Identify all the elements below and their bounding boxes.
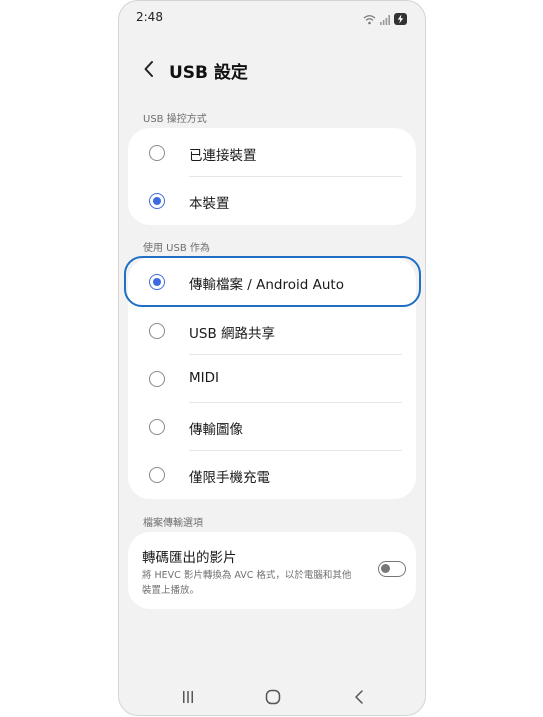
transcode-title: 轉碼匯出的影片 (142, 550, 237, 566)
option-file-transfer[interactable]: 傳輸檔案 / Android Auto (128, 258, 416, 306)
home-icon (265, 689, 281, 705)
option-midi[interactable]: MIDI (128, 355, 416, 403)
option-this-device[interactable]: 本裝置 (128, 177, 416, 225)
status-icons (363, 10, 407, 29)
navigation-bar (119, 677, 425, 715)
usb-control-card: 已連接裝置 本裝置 (128, 128, 416, 225)
radio-button-selected[interactable] (149, 193, 165, 209)
option-connected-device[interactable]: 已連接裝置 (128, 129, 416, 177)
status-bar: 2:48 (119, 1, 425, 35)
option-usb-tethering[interactable]: USB 網路共享 (128, 307, 416, 355)
option-charge-only[interactable]: 僅限手機充電 (128, 451, 416, 499)
option-label: 本裝置 (189, 196, 230, 212)
option-label: 傳輸圖像 (189, 422, 243, 438)
option-label: MIDI (189, 370, 220, 386)
usb-use-card: 傳輸檔案 / Android Auto USB 網路共享 MIDI 傳輸圖像 僅… (128, 258, 416, 499)
transcode-card[interactable]: 轉碼匯出的影片 將 HEVC 影片轉換為 AVC 格式，以於電腦和其他裝置上播放… (128, 532, 416, 609)
signal-icon (380, 10, 390, 29)
recent-apps-button[interactable] (176, 685, 200, 709)
radio-button[interactable] (149, 145, 165, 161)
radio-button[interactable] (149, 371, 165, 387)
battery-charging-icon (394, 10, 407, 29)
radio-button-selected[interactable] (149, 274, 165, 290)
page-title: USB 設定 (169, 63, 248, 83)
section-label-file-transfer: 檔案傳輸選項 (143, 518, 203, 529)
transcode-toggle[interactable] (378, 561, 406, 577)
option-label: 僅限手機充電 (189, 470, 270, 486)
section-label-usb-control: USB 操控方式 (143, 114, 207, 125)
toggle-knob (381, 564, 390, 573)
option-label: 已連接裝置 (189, 148, 257, 164)
phone-screen: 2:48 USB 設定 USB 操控方式 已連接裝置 本裝置 使用 USB 作為… (118, 0, 426, 716)
wifi-icon (363, 10, 376, 29)
system-back-button[interactable] (347, 685, 371, 709)
section-label-usb-use: 使用 USB 作為 (143, 243, 210, 254)
back-button[interactable] (137, 55, 161, 83)
chevron-left-icon (144, 61, 153, 77)
option-transfer-images[interactable]: 傳輸圖像 (128, 403, 416, 451)
radio-button[interactable] (149, 467, 165, 483)
option-label: USB 網路共享 (189, 326, 276, 342)
recent-apps-icon (183, 691, 193, 703)
status-time: 2:48 (136, 10, 163, 24)
header: USB 設定 (119, 49, 425, 89)
option-label: 傳輸檔案 / Android Auto (189, 277, 344, 293)
home-button[interactable] (261, 685, 285, 709)
radio-button[interactable] (149, 323, 165, 339)
radio-button[interactable] (149, 419, 165, 435)
back-icon (355, 690, 363, 704)
transcode-description: 將 HEVC 影片轉換為 AVC 格式，以於電腦和其他裝置上播放。 (142, 570, 352, 596)
